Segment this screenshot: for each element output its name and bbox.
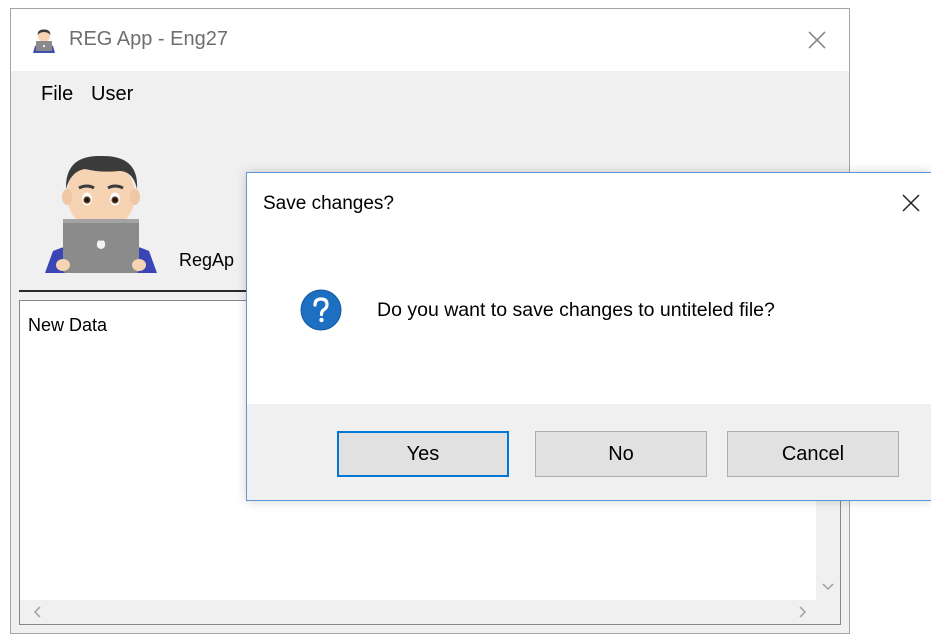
dialog-button-bar: Yes No Cancel (247, 404, 931, 500)
window-close-icon[interactable] (803, 26, 831, 54)
user-avatar (45, 155, 157, 273)
window-title: REG App - Eng27 (69, 28, 228, 50)
save-changes-dialog: Save changes? Do you want to save change… (246, 172, 931, 501)
question-icon (300, 289, 342, 331)
dialog-close-icon[interactable] (899, 191, 923, 215)
scroll-right-icon[interactable] (792, 602, 812, 622)
menu-user[interactable]: User (91, 83, 133, 106)
data-text: New Data (28, 315, 108, 335)
menu-file[interactable]: File (41, 83, 73, 106)
app-icon (33, 29, 55, 53)
no-button[interactable]: No (535, 431, 707, 477)
scroll-left-icon[interactable] (28, 602, 48, 622)
cancel-button[interactable]: Cancel (727, 431, 899, 477)
yes-button[interactable]: Yes (337, 431, 509, 477)
title-bar: REG App - Eng27 (11, 9, 849, 71)
scroll-down-icon[interactable] (818, 576, 838, 596)
menu-bar: File User (11, 71, 849, 123)
dialog-message: Do you want to save changes to untiteled… (377, 299, 775, 321)
horizontal-scrollbar[interactable] (20, 600, 840, 624)
app-label: RegAp (179, 250, 235, 270)
dialog-title: Save changes? (263, 193, 394, 214)
